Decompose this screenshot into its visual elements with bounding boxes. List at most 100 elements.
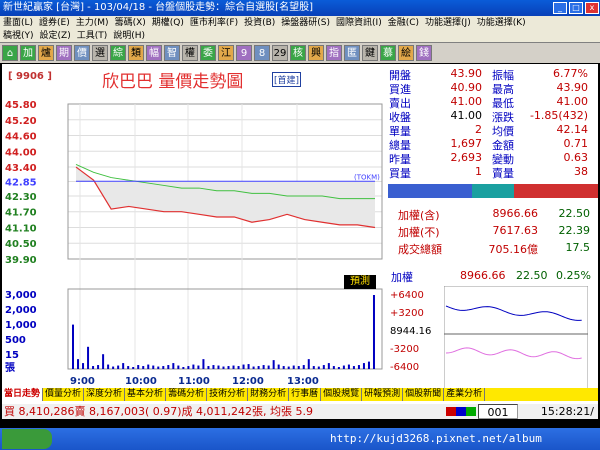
toolbar-button-11[interactable]: 江 <box>218 45 234 61</box>
close-button[interactable]: x <box>585 2 599 14</box>
quote-value: 41.00 <box>450 109 483 122</box>
index-label: 成交總額 <box>398 243 442 256</box>
toolbar-button-17[interactable]: 指 <box>326 45 342 61</box>
menu-item-11[interactable]: 功能選擇(K) <box>474 18 529 28</box>
toolbar-button-16[interactable]: 興 <box>308 45 324 61</box>
toolbar-button-18[interactable]: 匿 <box>344 45 360 61</box>
toolbar-button-3[interactable]: 價 <box>74 45 90 61</box>
index-mini-chart[interactable] <box>444 286 588 398</box>
volume-bar <box>282 366 285 369</box>
y-tick-label: 42.85 <box>5 178 37 189</box>
menu-bar: 畫面(L) 證券(E) 主力(M) 籌碼(X) 期權(Q) 匯市利率(F) 投資(B) 操盤器… <box>0 16 600 30</box>
volume-bar <box>332 366 335 369</box>
menu-item-9[interactable]: 金融(C) <box>385 18 422 28</box>
tab-8[interactable]: 個股規覽 <box>321 388 363 401</box>
volume-bar <box>187 366 190 369</box>
menu-item-row2-3[interactable]: 說明(H) <box>110 31 148 41</box>
tab-2[interactable]: 深度分析 <box>84 388 126 401</box>
home-icon[interactable]: ⌂ <box>2 45 18 61</box>
menu-item-10[interactable]: 功能選擇(J) <box>422 18 474 28</box>
mini-tick-label: +6400 <box>390 290 424 301</box>
volume-bar <box>72 324 74 369</box>
quote-value: 1,697 <box>450 137 483 150</box>
y-tick-label: 44.00 <box>5 147 37 158</box>
tab-10[interactable]: 個股新聞 <box>403 388 445 401</box>
menu-item-8[interactable]: 國際資訊(I) <box>333 18 385 28</box>
volume-bar <box>157 366 160 369</box>
volume-bar <box>222 366 225 369</box>
price-volume-chart[interactable]: 45.80 45.20 44.60 44.00 43.40 42.85 42.30 41.70… <box>2 64 385 388</box>
clock: 15:28:21/ <box>540 405 594 418</box>
predict-button[interactable]: 預測 <box>344 275 376 289</box>
tab-7[interactable]: 行事曆 <box>289 388 322 401</box>
menu-item-row2-2[interactable]: 工具(T) <box>74 31 111 41</box>
mini-index-value: 8966.66 <box>460 269 506 282</box>
toolbar-button-1[interactable]: 爐 <box>38 45 54 61</box>
tab-1[interactable]: 價量分析 <box>43 388 85 401</box>
tab-6[interactable]: 財務分析 <box>248 388 290 401</box>
volume-bar <box>92 366 95 369</box>
menu-item-row2-1[interactable]: 設定(Z) <box>37 31 74 41</box>
volume-bar <box>227 366 230 369</box>
volume-bar <box>152 365 155 369</box>
volume-bar <box>357 365 360 369</box>
code-field[interactable]: 001 <box>478 404 518 419</box>
volume-tick-label: 500 <box>5 335 26 346</box>
volume-bar <box>277 364 280 369</box>
toolbar-button-4[interactable]: 選 <box>92 45 108 61</box>
volume-bar <box>237 366 240 369</box>
menu-item-2[interactable]: 主力(M) <box>73 18 112 28</box>
start-button[interactable] <box>2 429 52 449</box>
menu-item-4[interactable]: 期權(Q) <box>149 18 187 28</box>
tab-3[interactable]: 基本分析 <box>125 388 167 401</box>
toolbar-button-7[interactable]: 幅 <box>146 45 162 61</box>
tab-11[interactable]: 產業分析 <box>444 388 486 401</box>
toolbar-button-0[interactable]: 加 <box>20 45 36 61</box>
x-tick-label: 12:00 <box>232 376 264 387</box>
tab-4[interactable]: 籌碼分析 <box>166 388 208 401</box>
quote-value: 43.90 <box>556 81 589 94</box>
quote-value: 0.63 <box>563 151 589 164</box>
quote-label: 買量 <box>389 167 411 180</box>
menu-item-1[interactable]: 證券(E) <box>36 18 73 28</box>
volume-bar <box>362 363 365 369</box>
volume-bar <box>192 364 195 369</box>
volume-bar <box>342 365 345 369</box>
toolbar-button-8[interactable]: 智 <box>164 45 180 61</box>
toolbar-button-14[interactable]: 29 <box>272 45 288 61</box>
toolbar-button-9[interactable]: 權 <box>182 45 198 61</box>
menu-bar-secondary: 稿視(Y) 設定(Z) 工具(T) 說明(H) <box>0 30 600 43</box>
toolbar-button-5[interactable]: 綜 <box>110 45 126 61</box>
mini-frame <box>444 286 588 398</box>
menu-item-row2-0[interactable]: 稿視(Y) <box>0 31 37 41</box>
toolbar-button-6[interactable]: 類 <box>128 45 144 61</box>
tab-5[interactable]: 技術分析 <box>207 388 249 401</box>
menu-item-6[interactable]: 投資(B) <box>241 18 278 28</box>
index-value: 7617.63 <box>492 224 539 237</box>
menu-item-5[interactable]: 匯市利率(F) <box>187 18 241 28</box>
toolbar-button-20[interactable]: 慕 <box>380 45 396 61</box>
volume-bar <box>202 359 205 369</box>
y-tick-label: 45.20 <box>5 116 37 127</box>
maximize-button[interactable]: □ <box>569 2 583 14</box>
volume-bar <box>337 367 340 369</box>
menu-item-7[interactable]: 操盤器研(S) <box>278 18 333 28</box>
volume-bar <box>367 361 370 369</box>
menu-item-0[interactable]: 畫面(L) <box>0 18 36 28</box>
menu-item-3[interactable]: 籌碼(X) <box>112 18 149 28</box>
quote-value: 40.90 <box>450 81 483 94</box>
mini-index-change: 22.50 <box>516 269 548 282</box>
toolbar-button-12[interactable]: 9 <box>236 45 252 61</box>
mini-tick-label: -3200 <box>390 344 420 355</box>
volume-bar <box>372 295 375 369</box>
toolbar-button-19[interactable]: 鍵 <box>362 45 378 61</box>
toolbar-button-13[interactable]: 8 <box>254 45 270 61</box>
tab-9[interactable]: 研報預測 <box>362 388 404 401</box>
minimize-button[interactable]: _ <box>553 2 567 14</box>
toolbar-button-10[interactable]: 委 <box>200 45 216 61</box>
toolbar-button-22[interactable]: 錢 <box>416 45 432 61</box>
tab-0[interactable]: 當日走勢 <box>2 388 44 401</box>
toolbar-button-21[interactable]: 絵 <box>398 45 414 61</box>
toolbar-button-15[interactable]: 核 <box>290 45 306 61</box>
toolbar-button-2[interactable]: 期 <box>56 45 72 61</box>
